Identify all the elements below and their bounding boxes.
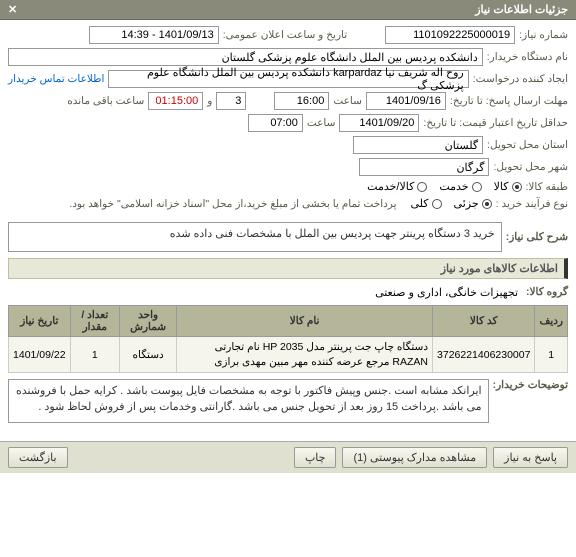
remain-days: 3 bbox=[216, 92, 246, 110]
th-code: کد کالا bbox=[433, 306, 535, 337]
th-qty: تعداد / مقدار bbox=[70, 306, 119, 337]
window-title: جزئیات اطلاعات نیاز bbox=[475, 3, 568, 16]
announce-date-label: تاریخ و ساعت اعلان عمومی: bbox=[223, 29, 347, 41]
process-label: نوع فرآیند خرید : bbox=[496, 198, 568, 210]
remain-label: ساعت باقی مانده bbox=[67, 95, 144, 107]
radio-icon bbox=[417, 182, 427, 192]
notes-box: ایرانکد مشابه است .جنس وپیش فاکتور با تو… bbox=[8, 379, 489, 423]
resp-deadline-date: 1401/09/16 bbox=[366, 92, 446, 110]
reply-button[interactable]: پاسخ به نیاز bbox=[493, 447, 568, 468]
resp-deadline-label: مهلت ارسال پاسخ: تا تاریخ: bbox=[450, 95, 568, 107]
cat-goods-option[interactable]: کالا bbox=[494, 180, 522, 193]
city-label: شهر محل تحویل: bbox=[493, 161, 568, 173]
group-label: گروه کالا: bbox=[526, 286, 568, 298]
notes-label: توضیحات خریدار: bbox=[493, 379, 568, 391]
goods-section-bar: اطلاعات کالاهای مورد نیاز bbox=[8, 258, 568, 279]
remain-time: 01:15:00 bbox=[148, 92, 203, 110]
radio-icon bbox=[432, 199, 442, 209]
category-radio-group: کالا خدمت کالا/خدمت bbox=[367, 180, 521, 193]
window-header: جزئیات اطلاعات نیاز ✕ bbox=[0, 0, 576, 20]
hour-label-1: ساعت bbox=[333, 95, 362, 107]
cat-goods-service-label: کالا/خدمت bbox=[367, 180, 414, 193]
form-area: شماره نیاز: 1101092225000019 تاریخ و ساع… bbox=[0, 20, 576, 433]
cat-service-label: خدمت bbox=[439, 180, 468, 193]
radio-icon bbox=[512, 182, 522, 192]
creator-field: روح اله شریف نیا karpardaz دانشکده پردیس… bbox=[108, 70, 468, 88]
contact-link[interactable]: اطلاعات تماس خریدار bbox=[8, 73, 104, 85]
radio-icon bbox=[482, 199, 492, 209]
cell-unit: دستگاه bbox=[120, 337, 177, 373]
proc-partial-option[interactable]: جزئی bbox=[454, 197, 492, 210]
footer-bar: پاسخ به نیاز مشاهده مدارک پیوستی (1) چاپ… bbox=[0, 441, 576, 473]
price-deadline-time: 07:00 bbox=[248, 114, 303, 132]
th-row: ردیف bbox=[535, 306, 568, 337]
buyer-field: دانشکده پردیس بین الملل دانشگاه علوم پزش… bbox=[8, 48, 483, 66]
category-label: طبقه کالا: bbox=[526, 181, 569, 193]
th-date: تاریخ نیاز bbox=[9, 306, 71, 337]
cat-goods-service-option[interactable]: کالا/خدمت bbox=[367, 180, 427, 193]
price-deadline-label: حداقل تاریخ اعتبار قیمت: تا تاریخ: bbox=[423, 117, 568, 129]
province-field: گلستان bbox=[353, 136, 483, 154]
cat-service-option[interactable]: خدمت bbox=[439, 180, 481, 193]
remain-and: و bbox=[207, 95, 212, 107]
cell-date: 1401/09/22 bbox=[9, 337, 71, 373]
hour-label-2: ساعت bbox=[307, 117, 336, 129]
group-value: تجهیزات خانگی، اداری و صنعتی bbox=[8, 283, 522, 301]
proc-full-option[interactable]: کلی bbox=[411, 197, 442, 210]
announce-date-field: 1401/09/13 - 14:39 bbox=[89, 26, 219, 44]
table-row[interactable]: 1 3726221406230007 دستگاه چاپ جت پرینتر … bbox=[9, 337, 568, 373]
cell-idx: 1 bbox=[535, 337, 568, 373]
goods-table: ردیف کد کالا نام کالا واحد شمارش تعداد /… bbox=[8, 305, 568, 373]
process-radio-group: جزئی کلی bbox=[411, 197, 492, 210]
print-button[interactable]: چاپ bbox=[294, 447, 337, 468]
table-header-row: ردیف کد کالا نام کالا واحد شمارش تعداد /… bbox=[9, 306, 568, 337]
resp-deadline-time: 16:00 bbox=[274, 92, 329, 110]
back-button[interactable]: بازگشت bbox=[8, 447, 68, 468]
province-label: استان محل تحویل: bbox=[487, 139, 568, 151]
need-no-label: شماره نیاز: bbox=[519, 29, 568, 41]
need-no-field: 1101092225000019 bbox=[385, 26, 515, 44]
proc-full-label: کلی bbox=[411, 197, 429, 210]
cat-goods-label: کالا bbox=[494, 180, 509, 193]
creator-label: ایجاد کننده درخواست: bbox=[473, 73, 568, 85]
price-deadline-date: 1401/09/20 bbox=[339, 114, 419, 132]
cell-code: 3726221406230007 bbox=[433, 337, 535, 373]
cell-qty: 1 bbox=[70, 337, 119, 373]
proc-partial-label: جزئی bbox=[454, 197, 479, 210]
cell-name: دستگاه چاپ جت پرینتر مدل HP 2035 نام تجا… bbox=[177, 337, 433, 373]
need-desc-box: خرید 3 دستگاه پرینتر جهت پردیس بین الملل… bbox=[8, 222, 502, 252]
need-desc-label: شرح کلی نیاز: bbox=[506, 231, 568, 243]
proc-note: پرداخت تمام یا بخشی از مبلغ خرید،از محل … bbox=[69, 198, 396, 210]
radio-icon bbox=[472, 182, 482, 192]
th-name: نام کالا bbox=[177, 306, 433, 337]
close-icon[interactable]: ✕ bbox=[8, 3, 17, 16]
th-unit: واحد شمارش bbox=[120, 306, 177, 337]
city-field: گرگان bbox=[359, 158, 489, 176]
attachments-button[interactable]: مشاهده مدارک پیوستی (1) bbox=[342, 447, 487, 468]
buyer-label: نام دستگاه خریدار: bbox=[487, 51, 568, 63]
